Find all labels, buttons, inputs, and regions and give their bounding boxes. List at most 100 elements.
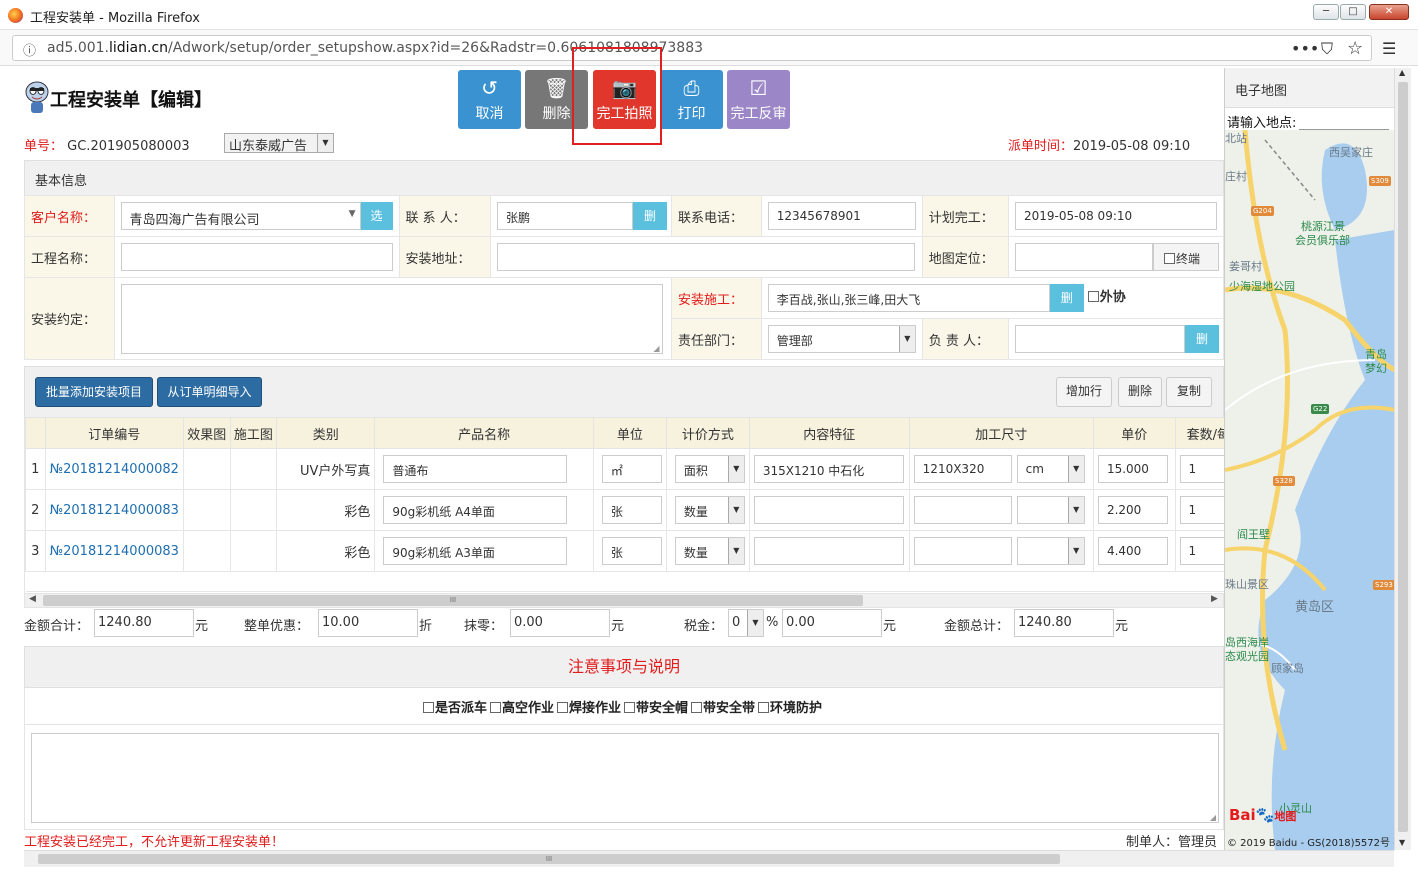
customer-select[interactable]: 青岛四海广告有限公司 ▼ bbox=[120, 202, 361, 230]
total-input[interactable]: 1240.80 bbox=[1014, 609, 1114, 637]
table-row: 2 №20181214000083 彩色 90g彩机纸 A4单面张数量 ▼ ▼ 2.200 1… bbox=[25, 489, 1224, 531]
button-label: 完工反审 bbox=[730, 106, 787, 122]
delete-owner-button[interactable]: 删 bbox=[1185, 325, 1219, 353]
note-option-checkbox[interactable]: 是否派车 bbox=[422, 701, 487, 716]
construction-image-cell[interactable] bbox=[229, 530, 278, 572]
page-vscrollbar[interactable]: ▲ ▼ bbox=[1394, 68, 1411, 850]
tax-rate-select[interactable]: 0 ▼ bbox=[728, 609, 764, 637]
project-name-input[interactable] bbox=[120, 243, 393, 271]
print-button[interactable]: ⎙ 打印 bbox=[660, 70, 723, 129]
map-canvas[interactable]: 北站 西吴家庄 庄村 桃源江景 会员俱乐部 姜哥村 少海湿地公园 青岛 梦幻 阎… bbox=[1225, 130, 1394, 850]
grid-scroll-thumb[interactable]: III bbox=[43, 595, 863, 606]
copy-row-button[interactable]: 复制 bbox=[1166, 377, 1212, 407]
size-unit-select[interactable]: ▼ bbox=[1016, 496, 1085, 524]
unit-input[interactable]: ㎡ bbox=[601, 455, 662, 483]
delete-contact-button[interactable]: 删 bbox=[632, 202, 667, 230]
page-actions-icon[interactable]: ••• bbox=[1291, 39, 1319, 58]
phone-input[interactable]: 12345678901 bbox=[767, 202, 916, 230]
qty-input[interactable]: 1 bbox=[1179, 496, 1224, 524]
price-input[interactable]: 4.400 bbox=[1097, 537, 1168, 565]
size-unit-select[interactable]: ▼ bbox=[1016, 537, 1085, 565]
note-option-checkbox[interactable]: 高空作业 bbox=[489, 701, 554, 716]
install-address-input[interactable] bbox=[496, 243, 915, 271]
add-row-button[interactable]: 增加行 bbox=[1056, 377, 1112, 407]
rounding-input[interactable]: 0.00 bbox=[510, 609, 610, 637]
size-input[interactable] bbox=[913, 537, 1012, 565]
discount-input[interactable]: 10.00 bbox=[318, 609, 418, 637]
unit-input[interactable]: 张 bbox=[601, 496, 662, 524]
construction-image-cell[interactable] bbox=[229, 448, 278, 490]
contact-input[interactable]: 张鹏 bbox=[496, 202, 633, 230]
geo-input[interactable] bbox=[1015, 243, 1153, 271]
bookmark-star-icon[interactable]: ☆ bbox=[1347, 38, 1363, 59]
order-link[interactable]: №20181214000083 bbox=[44, 530, 184, 572]
phone-label: 联系电话： bbox=[670, 195, 762, 237]
feature-input[interactable]: 315X1210 中石化 bbox=[753, 455, 904, 483]
baidu-logo: Bai🐾地图 bbox=[1229, 806, 1297, 824]
unit-input[interactable]: 张 bbox=[601, 537, 662, 565]
qty-input[interactable]: 1 bbox=[1179, 537, 1224, 565]
feature-input[interactable] bbox=[753, 537, 904, 565]
scroll-left-icon[interactable]: ◀ bbox=[29, 594, 36, 604]
product-input[interactable]: 普通布 bbox=[383, 455, 568, 483]
pricing-select[interactable]: 数量 ▼ bbox=[674, 537, 745, 565]
effect-image-cell[interactable] bbox=[182, 530, 231, 572]
plan-complete-input[interactable]: 2019-05-08 09:10 bbox=[1015, 202, 1217, 230]
dept-select[interactable]: 管理部 ▼ bbox=[767, 325, 916, 353]
note-option-checkbox[interactable]: 带安全带 bbox=[691, 701, 755, 716]
qty-input[interactable]: 1 bbox=[1179, 455, 1224, 483]
price-input[interactable]: 2.200 bbox=[1097, 496, 1168, 524]
map-label: 会员俱乐部 bbox=[1295, 234, 1350, 247]
url-bar[interactable]: ⓘ ad5.001.lidian.cn/Adwork/setup/order_s… bbox=[12, 35, 1372, 61]
construction-image-cell[interactable] bbox=[229, 489, 278, 531]
notes-textarea[interactable]: ◢ bbox=[31, 733, 1219, 823]
note-option-checkbox[interactable]: 带安全帽 bbox=[624, 701, 688, 716]
price-input[interactable]: 15.000 bbox=[1097, 455, 1168, 483]
page-hscrollbar[interactable]: III bbox=[24, 850, 1394, 867]
select-customer-button[interactable]: 选 bbox=[360, 202, 393, 230]
page-hscroll-thumb[interactable]: III bbox=[38, 854, 1060, 864]
company-select[interactable]: 山东泰威广告 ▼ bbox=[224, 133, 334, 154]
page-vscroll-thumb[interactable] bbox=[1398, 82, 1408, 832]
minimize-button[interactable]: ─ bbox=[1313, 4, 1339, 20]
effect-image-cell[interactable] bbox=[182, 448, 231, 490]
size-unit-select[interactable]: cm ▼ bbox=[1016, 455, 1085, 483]
size-input[interactable]: 1210X320 bbox=[913, 455, 1012, 483]
delete-installer-button[interactable]: 删 bbox=[1049, 284, 1084, 312]
installer-input[interactable]: 李百战,张山,张三峰,田大飞 bbox=[767, 284, 1050, 312]
button-label: 取消 bbox=[475, 106, 504, 122]
cancel-button[interactable]: ↺ 取消 bbox=[458, 70, 521, 129]
feature-input[interactable] bbox=[753, 496, 904, 524]
pricing-select[interactable]: 面积 ▼ bbox=[674, 455, 745, 483]
tax-input[interactable]: 0.00 bbox=[782, 609, 882, 637]
note-option-checkbox[interactable]: 环境防护 bbox=[758, 701, 822, 716]
order-link[interactable]: №20181214000083 bbox=[44, 489, 184, 531]
batch-add-button[interactable]: 批量添加安装项目 bbox=[35, 377, 153, 407]
unapprove-button[interactable]: ☑ 完工反审 bbox=[727, 70, 790, 129]
delete-row-button[interactable]: 删除 bbox=[1118, 377, 1162, 407]
scroll-right-icon[interactable]: ▶ bbox=[1211, 594, 1218, 604]
product-input[interactable]: 90g彩机纸 A3单面 bbox=[383, 537, 568, 565]
chevron-down-icon: ▼ bbox=[1067, 538, 1084, 564]
terminal-checkbox[interactable]: 终端 bbox=[1153, 243, 1219, 271]
agreement-textarea[interactable]: ◢ bbox=[120, 283, 663, 354]
map-search-input[interactable] bbox=[1299, 110, 1389, 130]
hamburger-menu-icon[interactable]: ☰ bbox=[1382, 39, 1396, 58]
scroll-down-icon[interactable]: ▼ bbox=[1399, 838, 1405, 847]
sum-input[interactable]: 1240.80 bbox=[94, 609, 194, 637]
info-icon[interactable]: ⓘ bbox=[23, 40, 36, 59]
note-option-checkbox[interactable]: 焊接作业 bbox=[556, 701, 621, 716]
size-input[interactable] bbox=[913, 496, 1012, 524]
product-input[interactable]: 90g彩机纸 A4单面 bbox=[383, 496, 568, 524]
effect-image-cell[interactable] bbox=[182, 489, 231, 531]
order-link[interactable]: №20181214000082 bbox=[44, 448, 184, 490]
outsource-checkbox[interactable]: 外协 bbox=[1087, 286, 1126, 305]
close-button[interactable]: ✕ bbox=[1369, 4, 1409, 20]
maximize-button[interactable]: □ bbox=[1340, 4, 1366, 20]
pricing-select[interactable]: 数量 ▼ bbox=[674, 496, 745, 524]
pocket-icon[interactable]: ⛉ bbox=[1321, 39, 1333, 59]
owner-input[interactable] bbox=[1015, 325, 1185, 353]
scroll-up-icon[interactable]: ▲ bbox=[1399, 68, 1405, 77]
import-from-order-button[interactable]: 从订单明细导入 bbox=[157, 377, 262, 407]
grid-hscrollbar[interactable]: ◀ III ▶ bbox=[24, 593, 1224, 608]
